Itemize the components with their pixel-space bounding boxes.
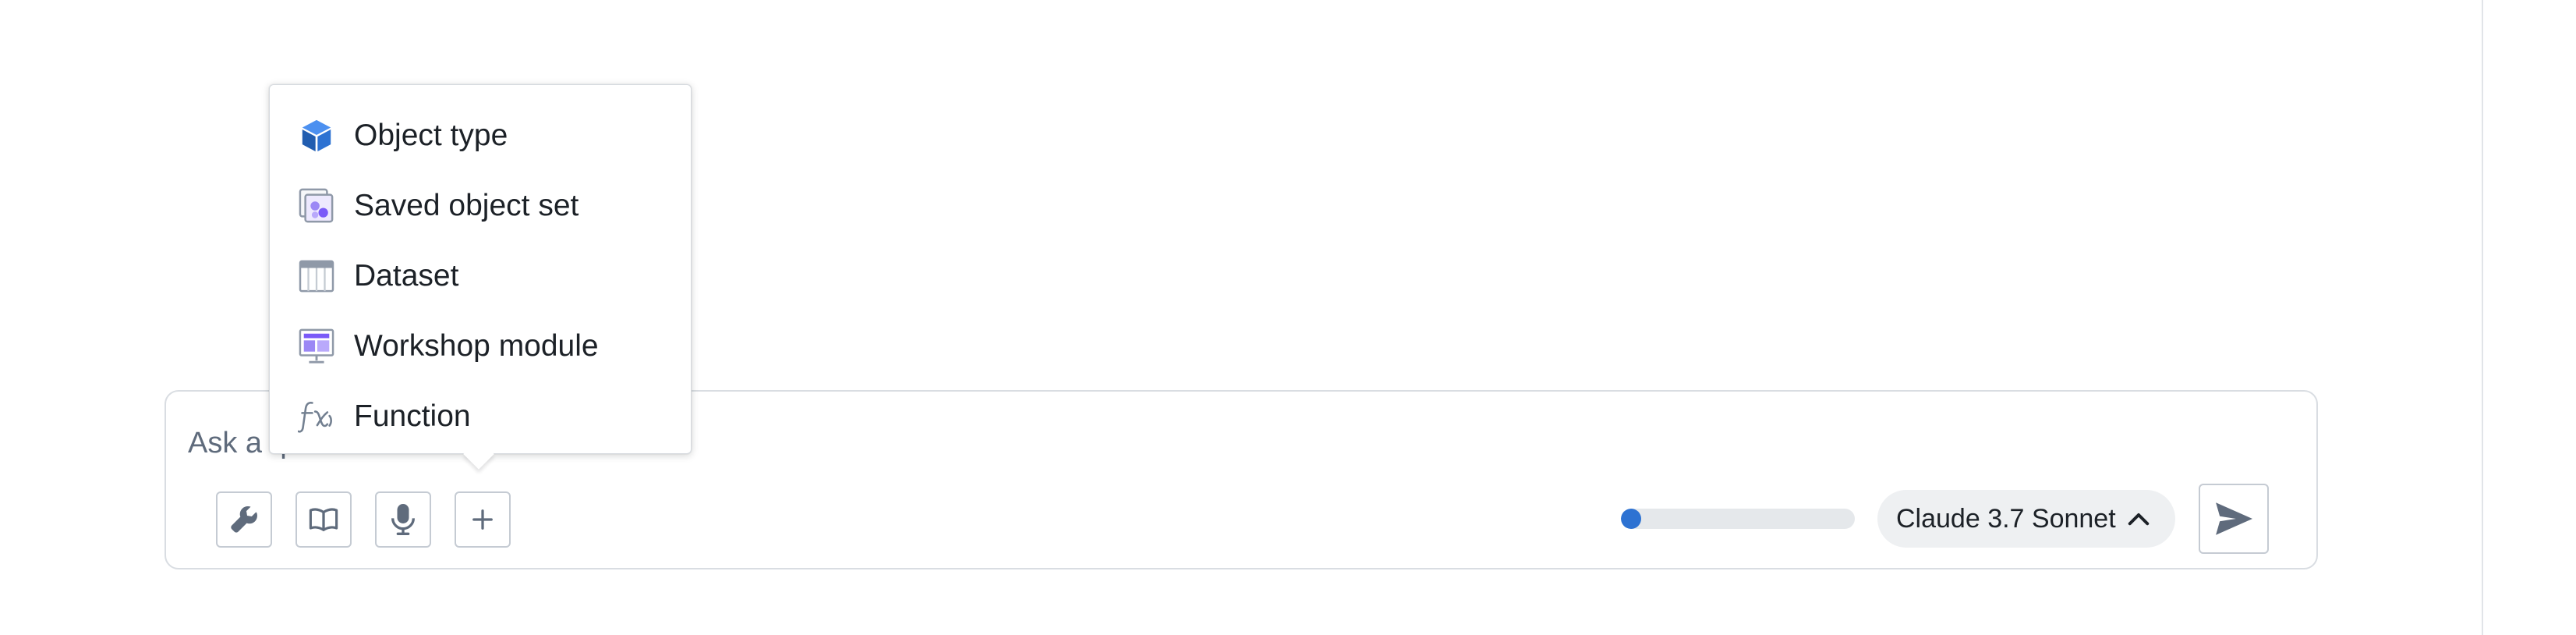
voice-button[interactable] [375,491,431,548]
book-icon [309,508,338,531]
tools-button[interactable] [216,491,272,548]
send-button[interactable] [2199,484,2269,554]
page: Claude 3.7 Sonnet Objec [0,0,2576,635]
add-context-menu: Object type Saved object set Dataset Wor… [269,84,692,470]
context-usage-bar [1621,509,1855,529]
menu-item-workshop-module[interactable]: Workshop module [270,311,691,381]
menu-item-label: Dataset [354,259,459,293]
menu-item-label: Object type [354,119,508,152]
menu-item-label: Workshop module [354,329,599,363]
plus-icon [472,509,493,530]
microphone-icon [391,504,415,535]
menu-item-label: Function [354,399,471,433]
menu-item-label: Saved object set [354,189,579,222]
panel-divider [2482,0,2483,635]
dataset-table-icon [298,257,335,295]
send-icon [2216,502,2252,535]
saved-object-set-icon [298,187,335,225]
docs-button[interactable] [295,491,352,548]
model-selector-label: Claude 3.7 Sonnet [1896,503,2116,534]
workshop-module-icon [298,328,335,365]
context-usage-fill [1621,509,1641,529]
menu-item-dataset[interactable]: Dataset [270,241,691,311]
function-icon [298,398,335,435]
menu-item-function[interactable]: Function [270,381,691,452]
cube-icon [298,117,335,154]
chevron-up-icon [2128,513,2150,526]
model-selector[interactable]: Claude 3.7 Sonnet [1877,490,2175,548]
wrench-icon [231,506,257,533]
menu-item-object-type[interactable]: Object type [270,101,691,171]
menu-item-saved-object-set[interactable]: Saved object set [270,171,691,241]
add-context-button[interactable] [455,491,511,548]
